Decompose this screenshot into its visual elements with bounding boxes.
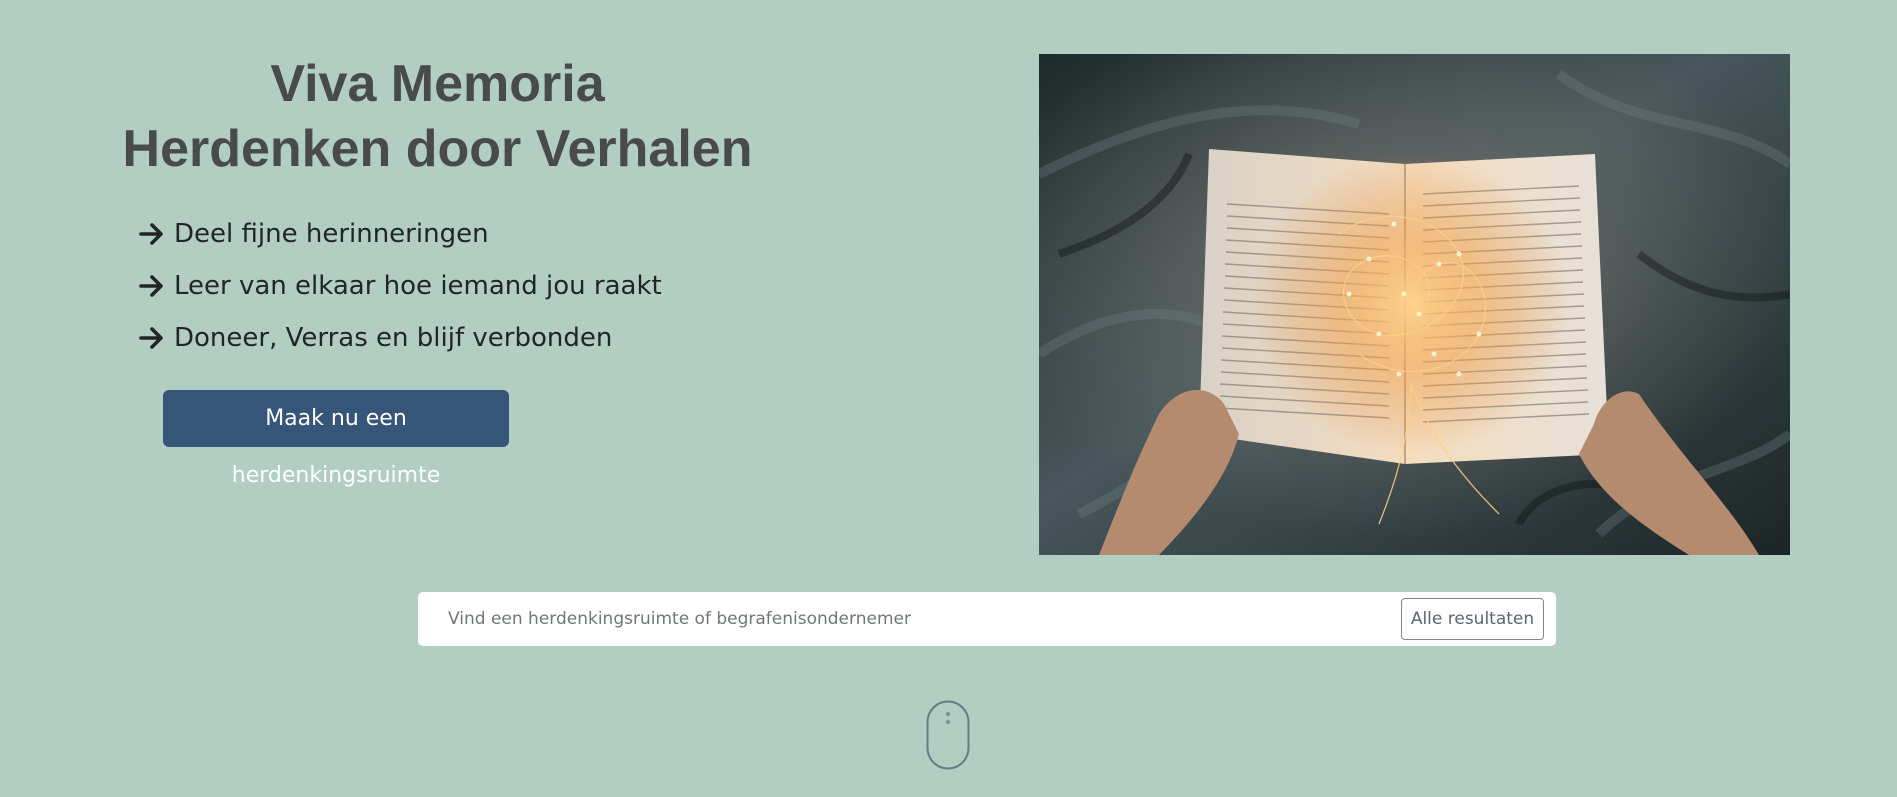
feature-item: Deel fijne herinneringen	[138, 208, 662, 260]
feature-item: Leer van elkaar hoe iemand jou raakt	[138, 260, 662, 312]
arrow-right-icon	[138, 220, 166, 248]
book-illustration	[1039, 54, 1790, 555]
mouse-scroll-icon[interactable]	[926, 700, 970, 770]
hero-title: Viva Memoria Herdenken door Verhalen	[70, 52, 805, 182]
feature-text: Deel fijne herinneringen	[174, 219, 489, 249]
search-bar: Alle resultaten	[418, 592, 1556, 646]
create-memorial-button[interactable]: Maak nu een herdenkingsruimte	[163, 390, 509, 488]
hero-title-line-1: Viva Memoria	[270, 55, 605, 113]
arrow-right-icon	[138, 324, 166, 352]
hero-title-line-2: Herdenken door Verhalen	[122, 120, 753, 178]
feature-text: Leer van elkaar hoe iemand jou raakt	[174, 271, 662, 301]
feature-item: Doneer, Verras en blijf verbonden	[138, 312, 662, 364]
feature-text: Doneer, Verras en blijf verbonden	[174, 323, 613, 353]
all-results-button[interactable]: Alle resultaten	[1401, 598, 1544, 640]
feature-list: Deel fijne herinneringen Leer van elkaar…	[138, 208, 662, 364]
arrow-right-icon	[138, 272, 166, 300]
hero-book-image	[1039, 54, 1790, 555]
search-input[interactable]	[448, 600, 1448, 638]
